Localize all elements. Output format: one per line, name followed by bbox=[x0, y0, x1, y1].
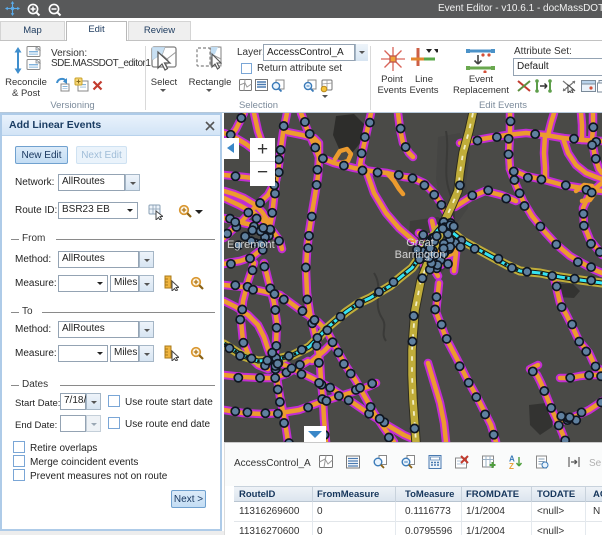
svg-text:Egremont: Egremont bbox=[227, 239, 275, 251]
svg-text:Great: Great bbox=[406, 237, 434, 249]
svg-text:Barrington: Barrington bbox=[395, 249, 446, 261]
svg-text:Z: Z bbox=[509, 462, 514, 470]
